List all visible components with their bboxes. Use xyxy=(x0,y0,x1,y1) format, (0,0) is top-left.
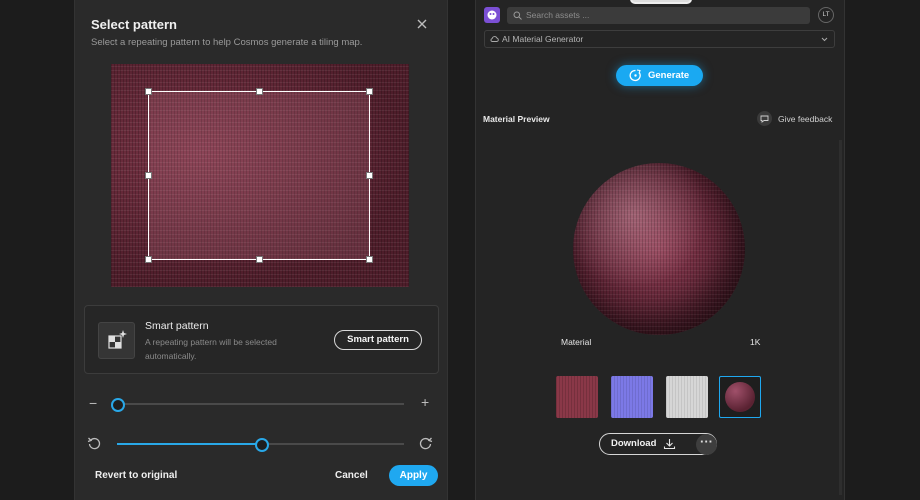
apply-button[interactable]: Apply xyxy=(389,465,438,486)
zoom-slider-knob[interactable] xyxy=(111,398,125,412)
sphere-texture xyxy=(573,163,745,335)
thumbnail-roughness-map[interactable] xyxy=(666,376,708,418)
zoom-slider-track[interactable] xyxy=(117,403,404,405)
material-preview-sphere[interactable] xyxy=(573,163,745,335)
smart-pattern-title: Smart pattern xyxy=(145,320,209,332)
resolution-label: 1K xyxy=(750,337,761,347)
rotation-slider-knob[interactable] xyxy=(255,438,269,452)
generate-label: Generate xyxy=(648,70,690,81)
rotation-slider-fill xyxy=(117,443,260,445)
selection-handle-top[interactable] xyxy=(256,88,263,95)
pattern-selection-box[interactable] xyxy=(148,91,370,260)
mode-dropdown-label: AI Material Generator xyxy=(502,34,584,44)
give-feedback-link[interactable]: Give feedback xyxy=(778,114,832,124)
material-generator-panel: Search assets ... LT AI Material Generat… xyxy=(475,0,845,500)
window-drag-handle[interactable] xyxy=(630,0,692,4)
select-pattern-dialog: Select pattern Select a repeating patter… xyxy=(74,0,448,500)
selection-handle-bottom-right[interactable] xyxy=(366,256,373,263)
more-options-button[interactable]: ··· xyxy=(696,434,717,455)
zoom-out-icon[interactable]: − xyxy=(89,395,97,411)
cloud-icon xyxy=(490,36,499,42)
dialog-subtitle: Select a repeating pattern to help Cosmo… xyxy=(91,37,363,48)
cancel-button[interactable]: Cancel xyxy=(335,470,368,481)
selection-handle-top-left[interactable] xyxy=(145,88,152,95)
material-label: Material xyxy=(561,337,592,347)
material-preview-heading: Material Preview xyxy=(483,114,550,124)
generate-icon xyxy=(629,69,641,82)
avatar[interactable]: LT xyxy=(818,7,834,23)
thumbnail-sphere-preview[interactable] xyxy=(719,376,761,418)
thumbnail-base-color[interactable] xyxy=(556,376,598,418)
app-logo-icon xyxy=(484,7,500,23)
search-icon xyxy=(513,11,522,20)
smart-pattern-button[interactable]: Smart pattern xyxy=(334,330,422,350)
rotate-left-icon[interactable] xyxy=(87,436,101,450)
mode-dropdown[interactable]: AI Material Generator xyxy=(484,30,835,48)
selection-handle-bottom[interactable] xyxy=(256,256,263,263)
search-input[interactable]: Search assets ... xyxy=(507,7,810,24)
smart-pattern-card: Smart pattern A repeating pattern will b… xyxy=(84,305,439,374)
selection-handle-bottom-left[interactable] xyxy=(145,256,152,263)
dialog-title: Select pattern xyxy=(91,17,177,32)
selection-handle-left[interactable] xyxy=(145,172,152,179)
selection-handle-right[interactable] xyxy=(366,172,373,179)
search-placeholder: Search assets ... xyxy=(526,10,590,20)
download-label: Download xyxy=(611,438,657,449)
download-icon xyxy=(663,439,676,450)
chevron-down-icon xyxy=(821,37,828,42)
selection-handle-top-right[interactable] xyxy=(366,88,373,95)
smart-pattern-description: A repeating pattern will be selected aut… xyxy=(145,337,277,361)
revert-to-original-button[interactable]: Revert to original xyxy=(95,470,177,481)
panel-scrollbar[interactable] xyxy=(839,140,842,495)
thumbnail-sphere xyxy=(725,382,755,412)
close-icon[interactable] xyxy=(415,17,429,31)
feedback-icon[interactable] xyxy=(757,111,772,126)
thumbnail-normal-map[interactable] xyxy=(611,376,653,418)
generate-button[interactable]: Generate xyxy=(616,65,703,86)
smart-pattern-icon xyxy=(98,322,135,359)
rotate-right-icon[interactable] xyxy=(419,436,433,450)
zoom-in-icon[interactable]: + xyxy=(421,394,429,410)
